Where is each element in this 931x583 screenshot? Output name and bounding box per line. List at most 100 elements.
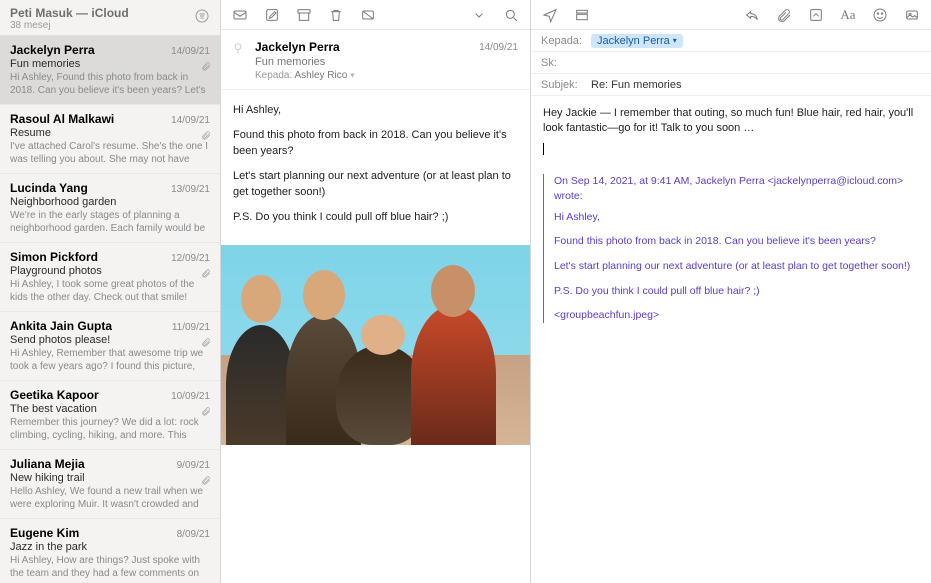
archive-icon[interactable] (295, 6, 313, 24)
msg-subject: Fun memories (10, 58, 210, 70)
reader-to: Kepada: Ashley Rico ▾ (255, 70, 518, 81)
msg-sender: Simon Pickford (10, 250, 98, 264)
msg-preview: Hi Ashley, How are things? Just spoke wi… (10, 554, 210, 580)
recipient-name: Jackelyn Perra (597, 35, 670, 47)
msg-subject: Send photos please! (10, 334, 210, 346)
more-icon[interactable] (470, 6, 488, 24)
msg-sender: Lucinda Yang (10, 181, 88, 195)
quote-p1: Found this photo from back in 2018. Can … (554, 234, 919, 249)
send-icon[interactable] (541, 6, 559, 24)
msg-preview: Hi Ashley, Found this photo from back in… (10, 71, 210, 97)
list-item[interactable]: Rasoul Al Malkawi 14/09/21ResumeI've atta… (0, 105, 220, 174)
msg-date: 14/09/21 (171, 46, 210, 57)
text-cursor (543, 143, 544, 155)
msg-sender: Eugene Kim (10, 526, 79, 540)
compose-subject-row[interactable]: Subjek: Re: Fun memories (531, 74, 931, 96)
msg-date: 14/09/21 (171, 115, 210, 126)
msg-preview: We're in the early stages of planning a … (10, 209, 210, 235)
msg-subject: Resume (10, 127, 210, 139)
msg-preview: Hi Ashley, I took some great photos of t… (10, 278, 210, 304)
msg-subject: Jazz in the park (10, 541, 210, 553)
reader-greeting: Hi Ashley, (233, 102, 518, 119)
message-list-pane: Peti Masuk — iCloud 38 mesej Jackelyn Pe… (0, 0, 221, 583)
list-item[interactable]: Eugene Kim 8/09/21Jazz in the parkHi Ashl… (0, 519, 220, 583)
list-item[interactable]: Geetika Kapoor 10/09/21The best vacationR… (0, 381, 220, 450)
reader-header: Jackelyn Perra 14/09/21 Fun memories Kep… (221, 30, 530, 90)
reader-body: Hi Ashley, Found this photo from back in… (221, 90, 530, 245)
compose-to-label: Kepada: (541, 35, 591, 47)
junk-icon[interactable] (359, 6, 377, 24)
filter-icon[interactable] (194, 8, 210, 29)
reader-date: 14/09/21 (479, 42, 518, 53)
reply-arrow-icon[interactable] (743, 6, 761, 24)
reader-p1: Found this photo from back in 2018. Can … (233, 127, 518, 160)
msg-sender: Geetika Kapoor (10, 388, 99, 402)
msg-date: 11/09/21 (172, 322, 210, 333)
msg-date: 13/09/21 (171, 184, 210, 195)
compose-pane: Aa Kepada: Jackelyn Perra▾ Sk: Subjek: R… (531, 0, 931, 583)
trash-icon[interactable] (327, 6, 345, 24)
msg-subject: Neighborhood garden (10, 196, 210, 208)
msg-sender: Rasoul Al Malkawi (10, 112, 114, 126)
reader-pane: Jackelyn Perra 14/09/21 Fun memories Kep… (221, 0, 531, 583)
photo-browser-icon[interactable] (903, 6, 921, 24)
reader-toolbar (221, 0, 530, 30)
msg-preview: Hi Ashley, Remember that awesome trip we… (10, 347, 210, 373)
list-header: Peti Masuk — iCloud 38 mesej (0, 0, 220, 36)
compose-icon[interactable] (263, 6, 281, 24)
attachment-icon (201, 334, 211, 344)
compose-to-row[interactable]: Kepada: Jackelyn Perra▾ (531, 30, 931, 52)
reader-p3: P.S. Do you think I could pull off blue … (233, 209, 518, 226)
quoted-message: On Sep 14, 2021, at 9:41 AM, Jackelyn Pe… (543, 174, 919, 323)
msg-preview: Remember this journey? We did a lot: roc… (10, 416, 210, 442)
compose-cc-row[interactable]: Sk: (531, 52, 931, 74)
msg-sender: Jackelyn Perra (10, 43, 95, 57)
msg-subject: Playground photos (10, 265, 210, 277)
attachment-icon (201, 58, 211, 68)
attachment-icon (201, 472, 211, 482)
recipient-token[interactable]: Jackelyn Perra▾ (591, 34, 683, 48)
compose-subject-label: Subjek: (541, 79, 591, 91)
msg-subject: New hiking trail (10, 472, 210, 484)
reader-p2: Let's start planning our next adventure … (233, 168, 518, 201)
quote-greeting: Hi Ashley, (554, 210, 919, 225)
msg-sender: Ankita Jain Gupta (10, 319, 112, 333)
markup-icon[interactable] (807, 6, 825, 24)
compose-cc-label: Sk: (541, 57, 591, 69)
msg-date: 12/09/21 (171, 253, 210, 264)
msg-date: 9/09/21 (177, 460, 210, 471)
msg-subject: The best vacation (10, 403, 210, 415)
emoji-icon[interactable] (871, 6, 889, 24)
message-list: Jackelyn Perra14/09/21Fun memoriesHi Ash… (0, 36, 220, 583)
attach-icon[interactable] (775, 6, 793, 24)
list-item[interactable]: Juliana Mejia9/09/21New hiking trailHell… (0, 450, 220, 519)
compose-subject-value: Re: Fun memories (591, 79, 681, 91)
reader-subject: Fun memories (255, 56, 518, 68)
reply-icon[interactable] (231, 6, 249, 24)
list-item[interactable]: Lucinda Yang 13/09/21Neighborhood gardenW… (0, 174, 220, 243)
mailbox-count: 38 mesej (10, 20, 129, 31)
quote-attachment: <groupbeachfun.jpeg> (554, 308, 919, 323)
compose-body[interactable]: Hey Jackie — I remember that outing, so … (531, 96, 931, 583)
attachment-icon (201, 403, 211, 413)
compose-text: Hey Jackie — I remember that outing, so … (543, 106, 919, 137)
msg-date: 8/09/21 (177, 529, 210, 540)
search-icon[interactable] (502, 6, 520, 24)
attachment-icon (201, 127, 211, 137)
list-item[interactable]: Ankita Jain Gupta 11/09/21Send photos ple… (0, 312, 220, 381)
flag-icon[interactable] (231, 42, 245, 56)
msg-date: 10/09/21 (171, 391, 210, 402)
compose-toolbar: Aa (531, 0, 931, 30)
list-item[interactable]: Simon Pickford 12/09/21Playground photosH… (0, 243, 220, 312)
list-item[interactable]: Jackelyn Perra 14/09/21Fun memoriesHi Ash… (0, 36, 220, 105)
attachment-icon (201, 265, 211, 275)
reader-to-value: Ashley Rico (295, 70, 348, 81)
header-fields-icon[interactable] (573, 6, 591, 24)
msg-preview: I've attached Carol's resume. She's the … (10, 140, 210, 166)
mailbox-title: Peti Masuk — iCloud (10, 6, 129, 20)
quote-p3: P.S. Do you think I could pull off blue … (554, 284, 919, 299)
msg-preview: Hello Ashley, We found a new trail when … (10, 485, 210, 511)
format-icon[interactable]: Aa (839, 6, 857, 24)
quote-p2: Let's start planning our next adventure … (554, 259, 919, 274)
reader-photo (221, 245, 530, 445)
